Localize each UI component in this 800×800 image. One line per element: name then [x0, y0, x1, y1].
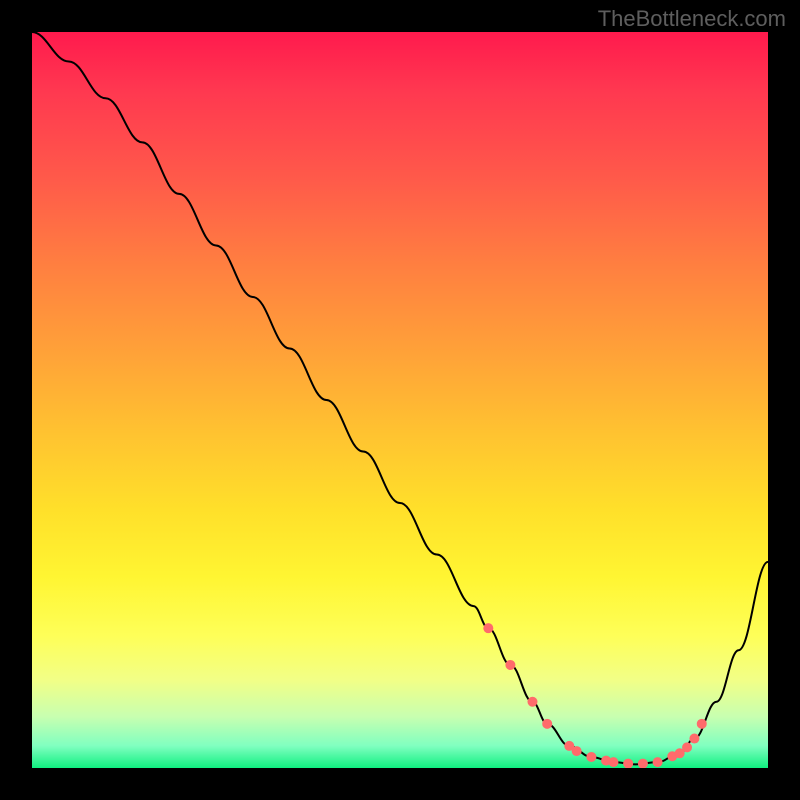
highlight-dot	[653, 757, 663, 767]
optimal-range-dots	[483, 623, 706, 768]
highlight-dot	[527, 697, 537, 707]
plot-area	[32, 32, 768, 768]
highlight-dot	[483, 623, 493, 633]
highlight-dot	[572, 746, 582, 756]
highlight-dot	[682, 742, 692, 752]
watermark-text: TheBottleneck.com	[598, 6, 786, 32]
highlight-dot	[623, 759, 633, 768]
chart-svg	[32, 32, 768, 768]
highlight-dot	[542, 719, 552, 729]
bottleneck-curve-line	[32, 32, 768, 764]
highlight-dot	[638, 759, 648, 768]
highlight-dot	[505, 660, 515, 670]
highlight-dot	[586, 752, 596, 762]
highlight-dot	[697, 719, 707, 729]
highlight-dot	[689, 734, 699, 744]
highlight-dot	[608, 757, 618, 767]
